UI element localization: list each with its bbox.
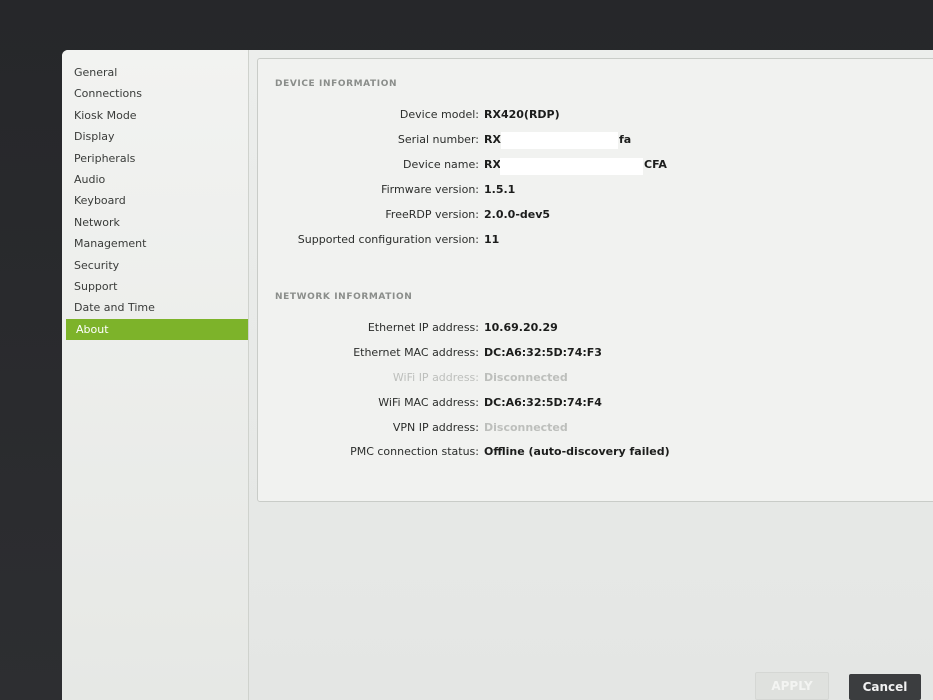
- ethernet-mac-label: Ethernet MAC address:: [353, 346, 479, 359]
- device-name-row: Device name: RX CFA: [258, 158, 933, 176]
- about-panel: DEVICE INFORMATION Device model: RX420(R…: [257, 58, 933, 502]
- supported-config-version-value: 11: [484, 233, 500, 246]
- main-content: DEVICE INFORMATION Device model: RX420(R…: [249, 50, 933, 700]
- sidebar-item-general[interactable]: General: [62, 62, 248, 83]
- device-name-redaction: [500, 158, 643, 175]
- sidebar-list: General Connections Kiosk Mode Display P…: [62, 50, 248, 340]
- apply-button[interactable]: APPLY: [755, 672, 829, 700]
- wifi-mac-label: WiFi MAC address:: [378, 396, 479, 409]
- sidebar-item-audio[interactable]: Audio: [62, 169, 248, 190]
- monitor-background: General Connections Kiosk Mode Display P…: [0, 0, 933, 700]
- sidebar-item-peripherals[interactable]: Peripherals: [62, 148, 248, 169]
- device-name-value-prefix: RX: [484, 158, 501, 171]
- serial-number-value-prefix: RX: [484, 133, 501, 146]
- ethernet-ip-label: Ethernet IP address:: [367, 321, 479, 334]
- device-model-label: Device model:: [399, 108, 479, 121]
- sidebar-item-date-and-time[interactable]: Date and Time: [62, 297, 248, 318]
- ethernet-ip-value: 10.69.20.29: [484, 321, 558, 334]
- firmware-version-value: 1.5.1: [484, 183, 516, 196]
- pmc-connection-status-value: Offline (auto-discovery failed): [484, 445, 670, 458]
- wifi-mac-row: WiFi MAC address: DC:A6:32:5D:74:F4: [258, 396, 933, 414]
- supported-config-version-row: Supported configuration version: 11: [258, 233, 933, 251]
- freerdp-version-label: FreeRDP version:: [385, 208, 479, 221]
- wifi-ip-value: Disconnected: [484, 371, 568, 384]
- ethernet-mac-value: DC:A6:32:5D:74:F3: [484, 346, 602, 359]
- network-information-heading: NETWORK INFORMATION: [275, 292, 413, 302]
- pmc-connection-status-label: PMC connection status:: [350, 445, 479, 458]
- sidebar-item-keyboard[interactable]: Keyboard: [62, 190, 248, 211]
- sidebar: General Connections Kiosk Mode Display P…: [62, 50, 249, 700]
- sidebar-item-management[interactable]: Management: [62, 233, 248, 254]
- device-model-row: Device model: RX420(RDP): [258, 108, 933, 126]
- serial-number-label: Serial number:: [397, 133, 479, 146]
- firmware-version-label: Firmware version:: [381, 183, 479, 196]
- vpn-ip-value: Disconnected: [484, 421, 568, 434]
- wifi-ip-label: WiFi IP address:: [392, 371, 479, 384]
- sidebar-item-about[interactable]: About: [66, 318, 248, 340]
- wifi-ip-row: WiFi IP address: Disconnected: [258, 371, 933, 389]
- wifi-mac-value: DC:A6:32:5D:74:F4: [484, 396, 602, 409]
- ethernet-ip-row: Ethernet IP address: 10.69.20.29: [258, 321, 933, 339]
- device-model-value: RX420(RDP): [484, 108, 560, 121]
- serial-number-value-suffix: fa: [619, 133, 632, 146]
- sidebar-item-security[interactable]: Security: [62, 255, 248, 276]
- sidebar-item-network[interactable]: Network: [62, 212, 248, 233]
- device-name-label: Device name:: [402, 158, 479, 171]
- sidebar-item-kiosk-mode[interactable]: Kiosk Mode: [62, 105, 248, 126]
- settings-window: General Connections Kiosk Mode Display P…: [62, 50, 933, 700]
- vpn-ip-row: VPN IP address: Disconnected: [258, 421, 933, 439]
- cancel-button[interactable]: Cancel: [849, 674, 921, 700]
- vpn-ip-label: VPN IP address:: [392, 421, 479, 434]
- sidebar-item-display[interactable]: Display: [62, 126, 248, 147]
- freerdp-version-value: 2.0.0-dev5: [484, 208, 551, 221]
- firmware-version-row: Firmware version: 1.5.1: [258, 183, 933, 201]
- sidebar-item-connections[interactable]: Connections: [62, 83, 248, 104]
- freerdp-version-row: FreeRDP version: 2.0.0-dev5: [258, 208, 933, 226]
- serial-number-redaction: [501, 132, 618, 149]
- pmc-connection-status-row: PMC connection status: Offline (auto-dis…: [258, 445, 933, 463]
- sidebar-item-support[interactable]: Support: [62, 276, 248, 297]
- supported-config-version-label: Supported configuration version:: [297, 233, 479, 246]
- device-name-value-suffix: CFA: [644, 158, 667, 171]
- serial-number-row: Serial number: RX fa: [258, 132, 933, 151]
- ethernet-mac-row: Ethernet MAC address: DC:A6:32:5D:74:F3: [258, 346, 933, 364]
- device-information-heading: DEVICE INFORMATION: [275, 79, 398, 89]
